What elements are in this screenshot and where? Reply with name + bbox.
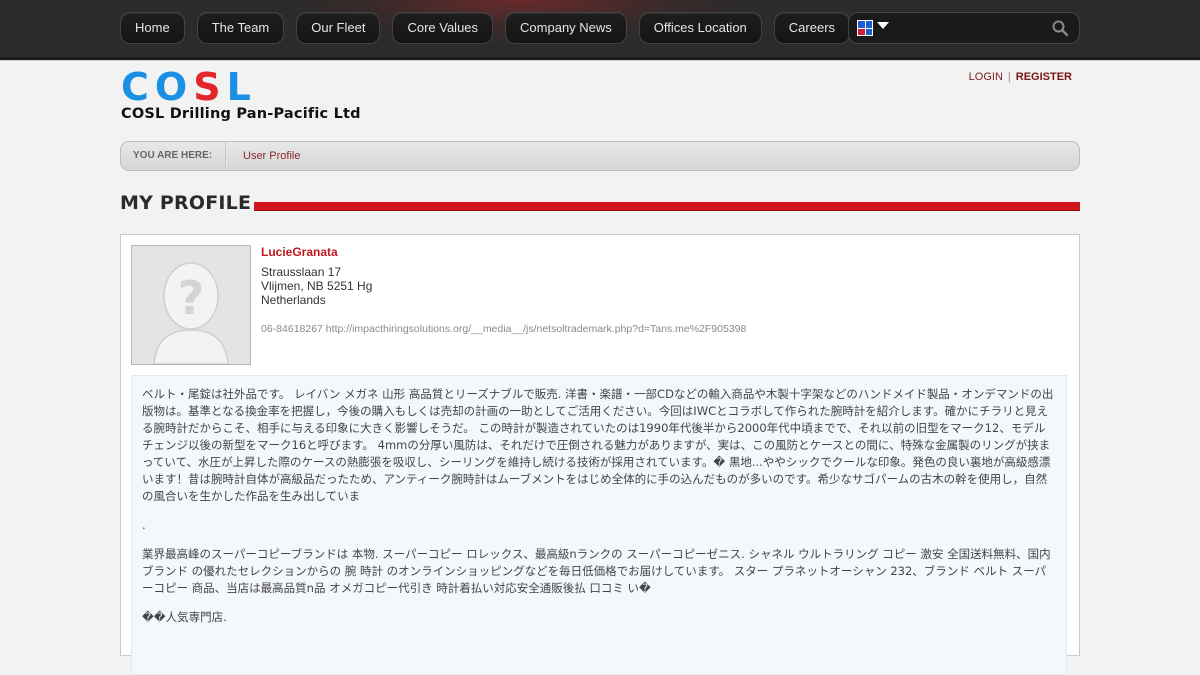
- bio-paragraph: .: [142, 518, 146, 532]
- search-box[interactable]: [848, 12, 1080, 44]
- bio-paragraph: ベルト・尾錠は社外品です。 レイバン メガネ 山形 高品質とリーズナブルで販売.…: [142, 387, 1054, 503]
- profile-bio: ベルト・尾錠は社外品です。 レイバン メガネ 山形 高品質とリーズナブルで販売.…: [131, 375, 1067, 675]
- address-line-2: Vlijmen, NB 5251 Hg: [261, 279, 373, 293]
- nav-company-news[interactable]: Company News: [505, 12, 627, 44]
- auth-links: LOGIN | REGISTER: [969, 71, 1072, 83]
- company-name: COSL Drilling Pan-Pacific Ltd: [121, 106, 361, 122]
- nav-offices-location[interactable]: Offices Location: [638, 12, 762, 44]
- svg-text:?: ?: [178, 271, 205, 325]
- profile-contact: 06-84618267 http://impacthiringsolutions…: [261, 323, 747, 335]
- logo-letter: L: [226, 65, 251, 109]
- title-accent-rule: [254, 202, 1080, 211]
- logo-letter: O: [154, 65, 188, 109]
- nav-the-team[interactable]: The Team: [196, 12, 285, 44]
- logo-letter: S: [193, 65, 221, 109]
- profile-info: LucieGranata Strausslaan 17 Vlijmen, NB …: [261, 245, 746, 335]
- placeholder-avatar-icon: ?: [131, 245, 251, 365]
- login-link[interactable]: LOGIN: [969, 71, 1003, 83]
- logo-mark: C O S L: [121, 65, 361, 109]
- language-dropdown-caret-icon[interactable]: [877, 22, 889, 29]
- nav-home[interactable]: Home: [120, 12, 185, 44]
- profile-card: ? LucieGranata Strausslaan 17 Vlijmen, N…: [120, 234, 1080, 675]
- top-navigation-bar: Home The Team Our Fleet Core Values Comp…: [0, 0, 1200, 61]
- nav-our-fleet[interactable]: Our Fleet: [296, 12, 381, 44]
- main-nav: Home The Team Our Fleet Core Values Comp…: [120, 12, 862, 44]
- bio-paragraph: ��人気専門店.: [142, 610, 227, 624]
- breadcrumb-current[interactable]: User Profile: [243, 142, 300, 170]
- auth-separator: |: [1007, 71, 1011, 83]
- search-icon[interactable]: [1051, 19, 1069, 37]
- breadcrumb-divider: [225, 142, 227, 170]
- breadcrumb-label: YOU ARE HERE:: [133, 150, 213, 161]
- language-flag-icon[interactable]: [857, 20, 873, 36]
- nav-careers[interactable]: Careers: [773, 12, 851, 44]
- address-line-1: Strausslaan 17: [261, 265, 342, 279]
- register-link[interactable]: REGISTER: [1016, 71, 1072, 83]
- bio-paragraph: 業界最高峰のスーパーコピーブランドは 本物. スーパーコピー ロレックス、最高級…: [142, 547, 1051, 595]
- profile-username[interactable]: LucieGranata: [261, 245, 746, 259]
- breadcrumb: YOU ARE HERE: User Profile: [120, 141, 1080, 171]
- address-country: Netherlands: [261, 293, 326, 307]
- page-title: MY PROFILE: [120, 192, 252, 214]
- company-logo[interactable]: C O S L COSL Drilling Pan-Pacific Ltd: [121, 65, 361, 122]
- nav-core-values[interactable]: Core Values: [392, 12, 494, 44]
- logo-letter: C: [121, 65, 149, 109]
